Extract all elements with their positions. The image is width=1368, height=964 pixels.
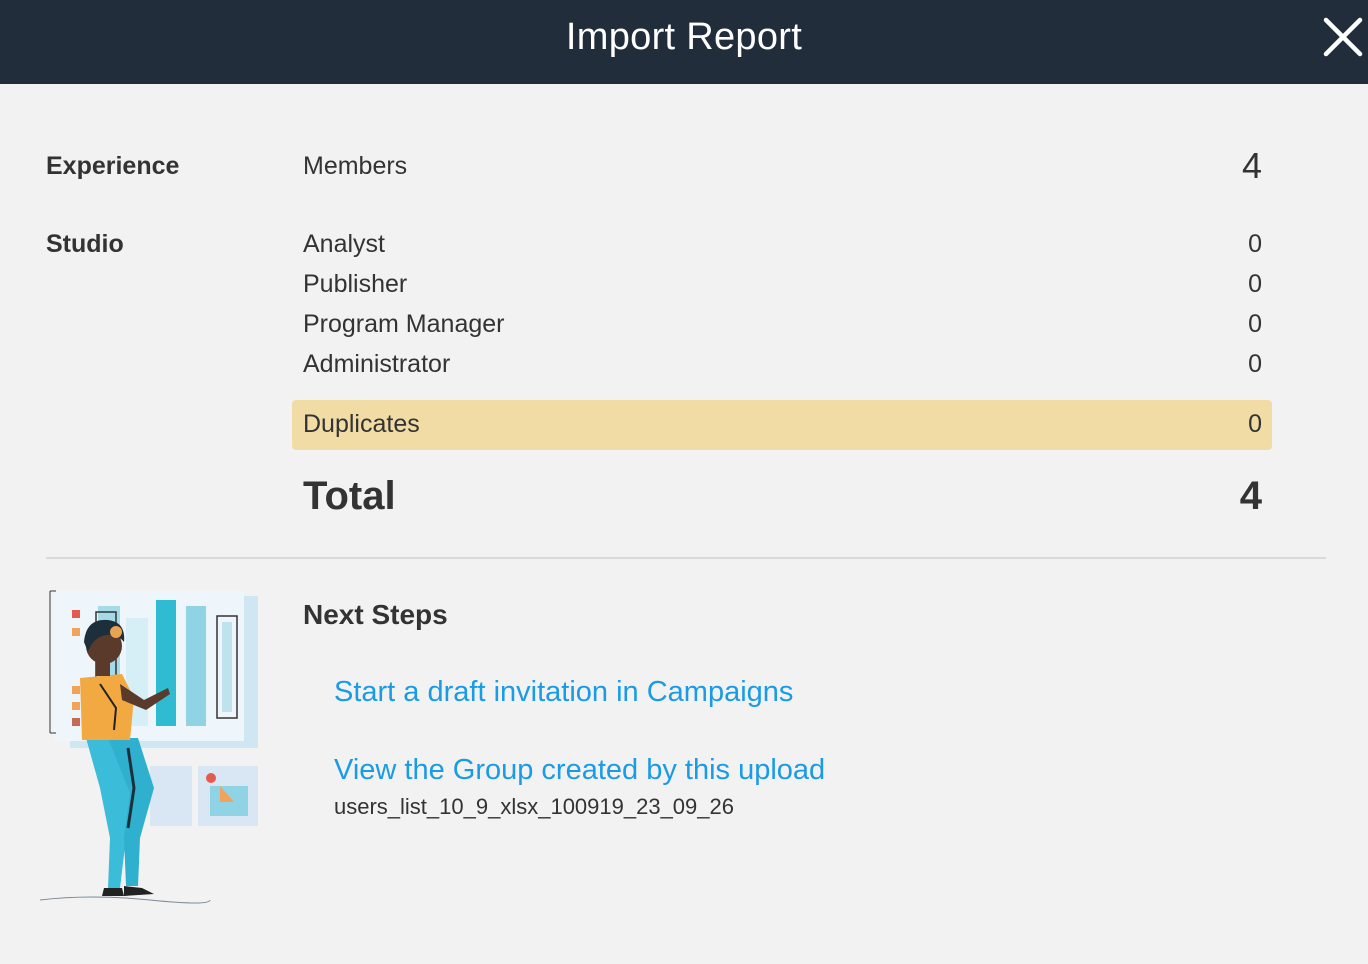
modal-title: Import Report	[565, 16, 803, 58]
role-program-manager-label: Program Manager	[303, 310, 505, 338]
role-administrator-label: Administrator	[303, 350, 451, 378]
modal-header: Import Report	[0, 0, 1368, 84]
role-members-label: Members	[303, 152, 408, 180]
start-draft-invitation-link[interactable]: Start a draft invitation in Campaigns	[334, 676, 793, 709]
role-publisher-label: Publisher	[303, 270, 408, 298]
total-label: Total	[303, 474, 396, 518]
role-analyst-label: Analyst	[303, 230, 385, 258]
duplicates-label: Duplicates	[303, 410, 420, 438]
group-name-text: users_list_10_9_xlsx_100919_23_09_26	[334, 794, 734, 819]
next-steps-heading: Next Steps	[303, 599, 448, 630]
role-administrator-count: 0	[1248, 350, 1262, 378]
duplicates-row: Duplicates 0	[292, 400, 1272, 450]
view-group-link[interactable]: View the Group created by this upload	[334, 754, 825, 787]
woman-presenting-bar-chart-illustration	[30, 588, 265, 910]
close-icon[interactable]	[1318, 12, 1368, 62]
section-divider	[46, 557, 1326, 559]
duplicates-count: 0	[1248, 410, 1262, 438]
role-members-count: 4	[1241, 145, 1262, 186]
role-publisher-count: 0	[1248, 270, 1262, 298]
role-program-manager-count: 0	[1248, 310, 1262, 338]
total-count: 4	[1239, 474, 1262, 518]
studio-section-label: Studio	[46, 230, 124, 258]
role-analyst-count: 0	[1248, 230, 1262, 258]
experience-section-label: Experience	[46, 152, 180, 180]
